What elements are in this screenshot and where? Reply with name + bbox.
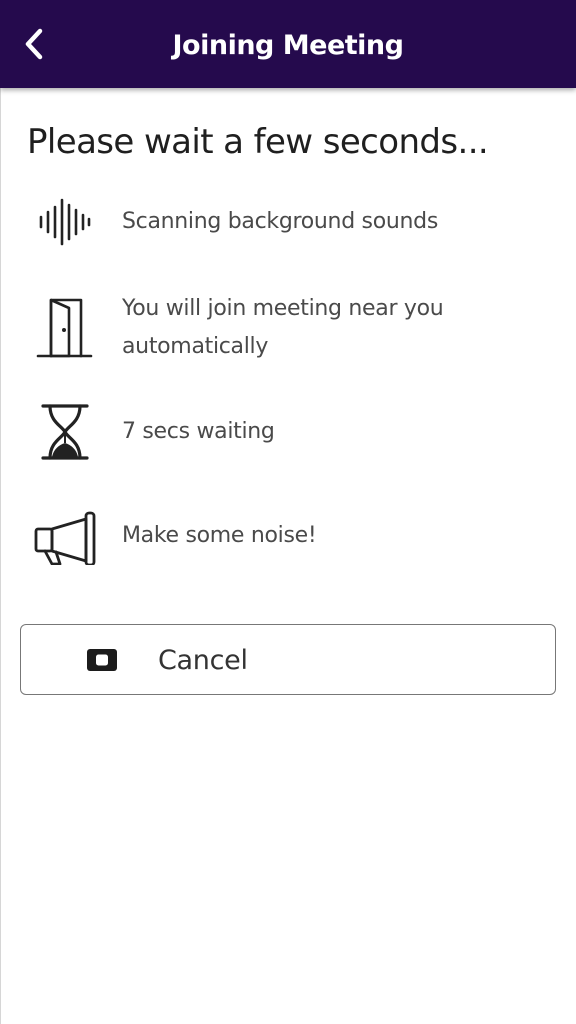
status-text-noise: Make some noise! xyxy=(122,523,317,548)
megaphone-icon xyxy=(30,500,100,570)
wait-headline: Please wait a few seconds... xyxy=(27,122,489,162)
page-edge xyxy=(0,88,1,1024)
stop-icon xyxy=(87,649,117,671)
status-text-waiting: 7 secs waiting xyxy=(122,419,275,444)
status-text-scanning: Scanning background sounds xyxy=(122,209,438,234)
cancel-button[interactable]: Cancel xyxy=(20,624,556,695)
sound-wave-icon xyxy=(30,187,100,257)
status-text-join: You will join meeting near you automatic… xyxy=(122,296,444,359)
cancel-label: Cancel xyxy=(158,645,248,676)
hourglass-icon xyxy=(30,396,100,466)
page-title: Joining Meeting xyxy=(172,30,404,61)
door-icon xyxy=(30,292,100,362)
app-bar: Joining Meeting xyxy=(0,0,576,88)
